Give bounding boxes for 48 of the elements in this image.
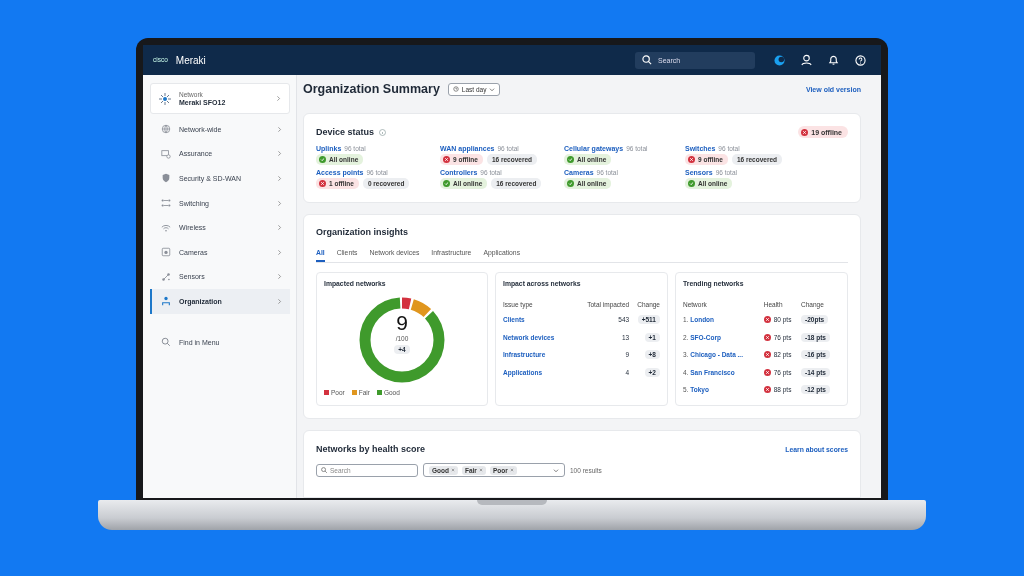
- chevron-icon: [276, 95, 281, 102]
- search-icon: [161, 337, 171, 348]
- error-icon: [763, 333, 771, 341]
- card-title: Organization insights: [316, 227, 409, 237]
- error-icon: [763, 386, 771, 393]
- network-icon: [159, 92, 171, 105]
- chevron-icon: [277, 199, 282, 207]
- card-title: Networks by health score: [316, 444, 426, 454]
- check-icon: [319, 156, 326, 163]
- error-icon: [763, 351, 771, 358]
- wifi-icon: [161, 222, 171, 233]
- chevron-icon: [277, 224, 282, 232]
- shield-icon: [161, 173, 171, 184]
- caret-icon: [553, 467, 559, 473]
- check-icon: [567, 156, 574, 163]
- chevron-icon: [277, 175, 282, 182]
- error-icon: [688, 156, 695, 163]
- camera-icon: [161, 247, 171, 258]
- error-icon: [801, 128, 809, 136]
- user-icon: [801, 54, 812, 66]
- chevron-icon: [277, 125, 282, 133]
- globe-icon: [161, 124, 171, 135]
- search-icon: [321, 467, 327, 473]
- page-title: Organization Summary: [303, 82, 440, 96]
- chevron-icon: [277, 297, 282, 305]
- error-icon: [763, 316, 771, 323]
- caret-icon: [489, 86, 496, 92]
- crescent-icon: [774, 54, 785, 66]
- laptop-notch: [477, 500, 547, 505]
- search-icon: [642, 55, 652, 65]
- chevron-icon: [277, 248, 282, 256]
- sensor-icon: [161, 271, 171, 282]
- clock-icon: [452, 86, 459, 92]
- impacted-count: 9: [396, 312, 408, 334]
- bell-icon: [828, 54, 839, 66]
- info-icon: [379, 128, 387, 136]
- check-icon: [688, 180, 695, 187]
- chevron-icon: [277, 273, 282, 281]
- help-icon: [855, 54, 866, 66]
- card-title: Device status: [316, 127, 375, 137]
- chevron-icon: [277, 150, 282, 158]
- check-icon: [443, 180, 450, 187]
- check-icon: [567, 180, 574, 187]
- product-name: Meraki: [175, 54, 206, 66]
- error-icon: [319, 180, 326, 187]
- error-icon: [443, 156, 450, 163]
- switch-icon: [161, 198, 171, 209]
- error-icon: [763, 368, 771, 376]
